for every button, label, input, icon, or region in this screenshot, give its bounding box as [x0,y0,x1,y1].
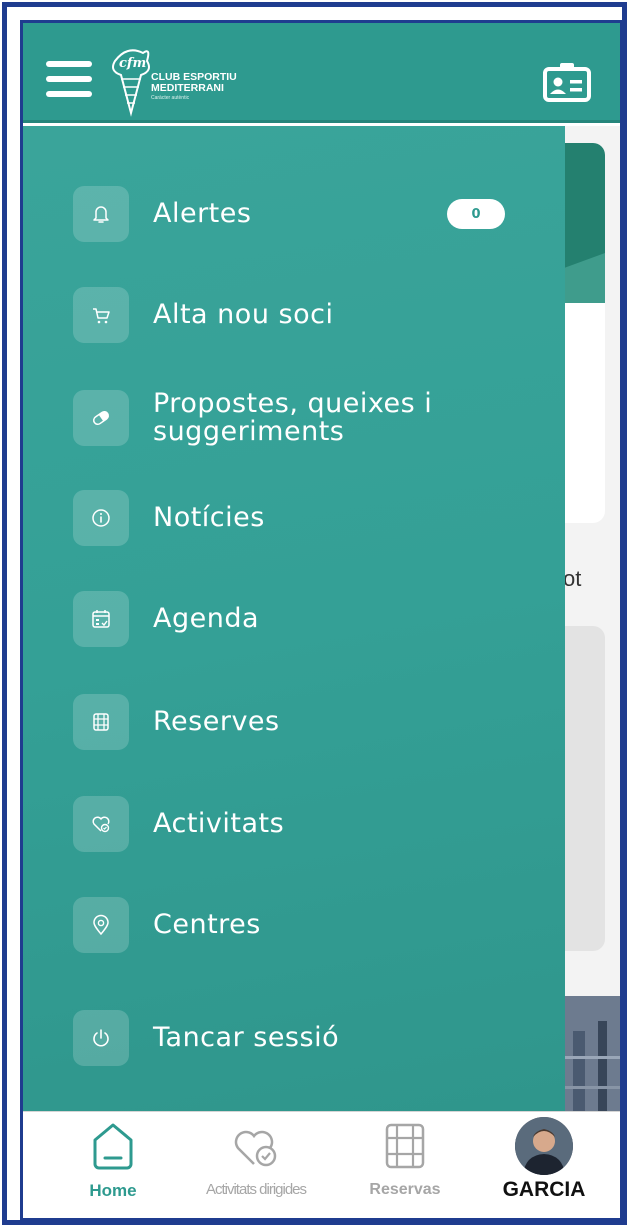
avatar [515,1117,573,1175]
tab-label: Reservas [369,1181,441,1198]
app-screen: ot cfm CLUB ESPORTIU MEDITERRANI Caràcte… [20,20,623,1221]
tab-activitats-dirigides[interactable]: Activitats dirigides [181,1112,331,1218]
home-icon [93,1123,133,1170]
menu-item-activitats[interactable]: Activitats [73,796,543,852]
menu-item-agenda[interactable]: Agenda [73,591,543,647]
location-pin-icon [73,897,129,953]
menu-item-label: Alertes [153,198,252,229]
side-drawer: Alertes 0 Alta nou soci Propostes, queix… [23,126,565,1111]
club-tagline: Caràcter autèntic [151,95,190,101]
pill-icon [73,390,129,446]
heart-check-icon [234,1130,277,1167]
tab-label: Activitats dirigides [205,1181,307,1198]
menu-item-label: Propostes, queixes i suggeriments [153,388,433,447]
menu-item-label: Alta nou soci [153,299,334,330]
menu-item-propostes[interactable]: Propostes, queixes i suggeriments [73,390,543,446]
calendar-icon [73,591,129,647]
tab-reservas[interactable]: Reservas [355,1112,455,1218]
tab-home[interactable]: Home [71,1112,155,1218]
info-icon [73,490,129,546]
heart-check-icon [73,796,129,852]
app-header: cfm CLUB ESPORTIU MEDITERRANI Caràcter a… [23,23,620,123]
menu-item-reserves[interactable]: Reserves [73,694,543,750]
cart-icon [73,287,129,343]
tab-label: Home [89,1181,137,1200]
menu-item-label: Reserves [153,706,280,737]
tab-label: GARCIA [502,1178,586,1201]
bell-icon [73,186,129,242]
menu-item-tancar-sessio[interactable]: Tancar sessió [73,1010,543,1066]
club-name: CLUB ESPORTIU MEDITERRANI [151,72,237,94]
menu-item-alertes[interactable]: Alertes 0 [73,186,543,242]
club-name-line2: MEDITERRANI [151,82,224,94]
bottom-nav: Home Activitats dirigides Reservas GARCI… [23,1111,620,1218]
film-icon [385,1123,425,1169]
alerts-count-badge: 0 [447,199,505,229]
section-heading-partial: ot [563,566,582,591]
menu-item-noticies[interactable]: Notícies [73,490,543,546]
menu-item-centres[interactable]: Centres [73,897,543,953]
menu-item-label: Tancar sessió [153,1022,340,1053]
power-icon [73,1010,129,1066]
menu-item-alta-nou-soci[interactable]: Alta nou soci [73,287,543,343]
film-icon [73,694,129,750]
outer-frame: ot cfm CLUB ESPORTIU MEDITERRANI Caràcte… [2,2,627,1225]
menu-item-label: Notícies [153,502,265,533]
hamburger-menu-icon[interactable] [46,61,96,97]
menu-item-label: Centres [153,909,261,940]
tab-profile[interactable]: GARCIA [488,1112,600,1218]
id-card-icon[interactable] [542,61,592,103]
svg-text:cfm: cfm [119,56,146,71]
menu-item-label: Agenda [153,603,260,634]
menu-item-label: Activitats [153,808,285,839]
